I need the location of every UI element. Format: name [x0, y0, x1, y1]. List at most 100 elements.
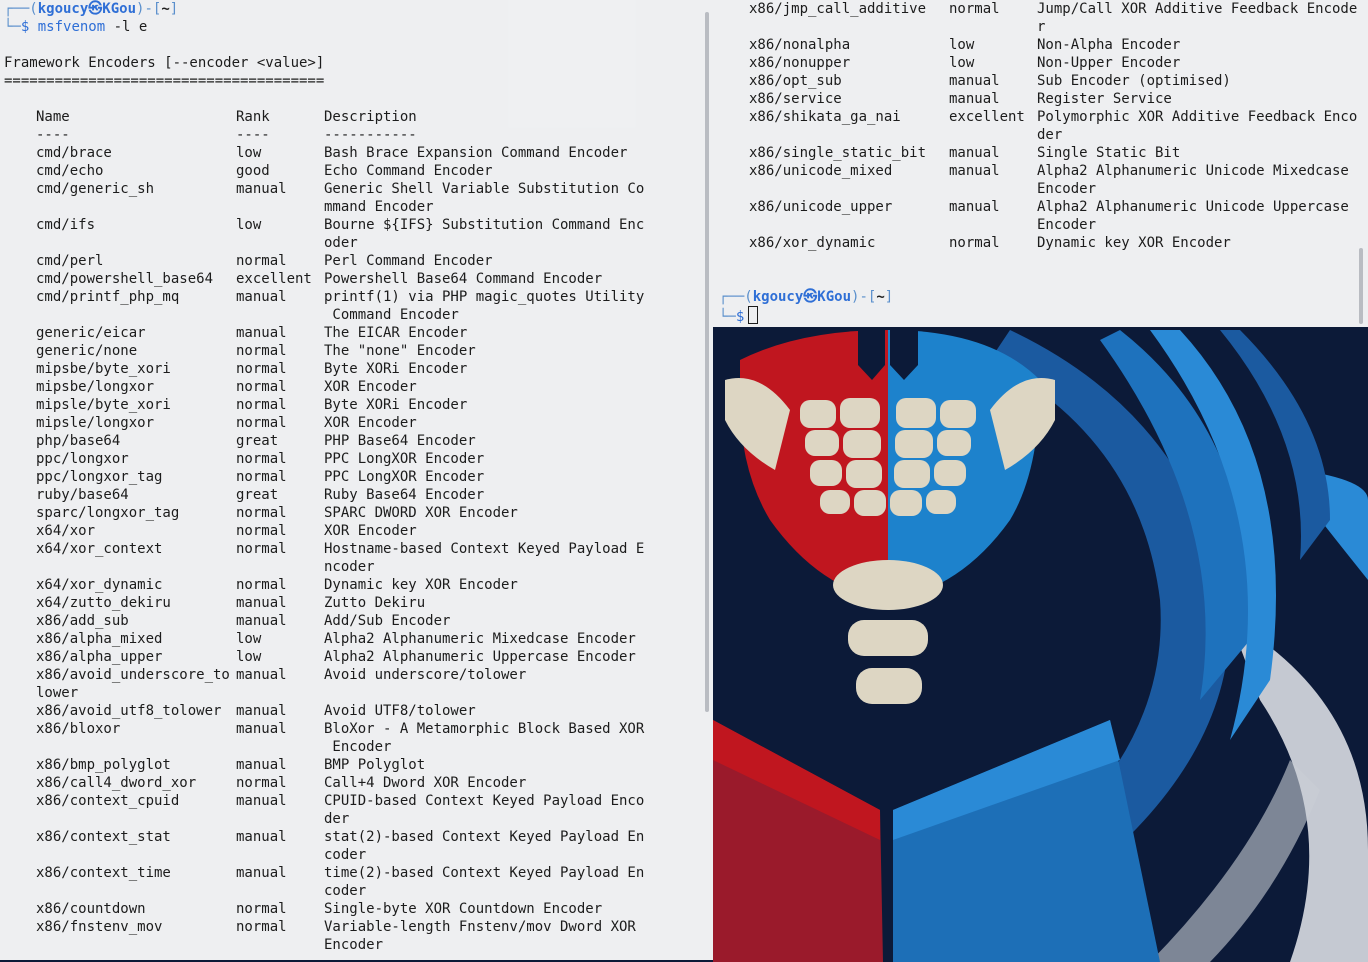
encoder-rank: normal — [236, 397, 287, 413]
encoder-description: XOR Encoder — [324, 415, 417, 431]
table-row: generic/eicar manual The EICAR Encoder — [4, 324, 703, 342]
scrollbar-right[interactable] — [1358, 0, 1364, 327]
column-header-name: Name — [36, 109, 70, 125]
encoder-name: x86/alpha_upper — [36, 649, 163, 665]
encoder-description: Variable-length Fnstenv/mov Dword XOR — [324, 919, 636, 935]
encoder-description: Alpha2 Alphanumeric Unicode Uppercase — [1037, 199, 1349, 215]
table-row: x86/xor_dynamic normal Dynamic key XOR Enc… — [717, 234, 1358, 252]
encoder-rank: manual — [236, 757, 287, 773]
table-row: x86/avoid_utf8_tolower manual Avoid UTF8/t… — [4, 702, 703, 720]
table-row: x86/shikata_ga_nai excellent Polymorphic X… — [717, 108, 1358, 126]
encoder-description: CPUID-based Context Keyed Payload Enco — [324, 793, 645, 809]
encoder-rank: low — [236, 145, 262, 161]
encoder-rank: manual — [236, 829, 287, 845]
table-row: x86/unicode_upper manual Alpha2 Alphanumer… — [717, 198, 1358, 216]
table-row: x86/add_sub manual Add/Sub Encoder — [4, 612, 703, 630]
encoder-description: The "none" Encoder — [324, 343, 476, 359]
encoder-rank: great — [236, 487, 279, 503]
table-row-continuation: coder — [4, 882, 703, 900]
encoder-rank: manual — [236, 595, 287, 611]
encoder-name: x86/single_static_bit — [749, 145, 927, 161]
table-row: cmd/echo good Echo Command Encoder — [4, 162, 703, 180]
encoder-description: PPC LongXOR Encoder — [324, 469, 485, 485]
table-row: x86/fnstenv_mov normal Variable-length Fns… — [4, 918, 703, 936]
encoder-description: Alpha2 Alphanumeric Mixedcase Encoder — [324, 631, 636, 647]
table-header: Name Rank Description — [4, 108, 703, 126]
table-row: ppc/longxor_tag normal PPC LongXOR Encoder — [4, 468, 703, 486]
kali-icon: ㉿ — [88, 1, 103, 17]
encoder-name: x64/xor_context — [36, 541, 163, 557]
prompt-block[interactable]: ┌──(kgoucy㉿KGou)-[~] └─$ — [719, 288, 1358, 326]
table-row: x86/bmp_polyglot manual BMP Polyglot — [4, 756, 703, 774]
encoder-name: x64/zutto_dekiru — [36, 595, 171, 611]
encoder-name: cmd/brace — [36, 145, 112, 161]
encoder-name: x86/unicode_mixed — [749, 163, 893, 179]
encoder-rank: normal — [236, 775, 287, 791]
table-row: x86/bloxor manual BloXor - A Metamorphic B… — [4, 720, 703, 738]
encoder-description: Echo Command Encoder — [324, 163, 493, 179]
encoder-description-wrap: oder — [324, 235, 358, 251]
encoder-description: XOR Encoder — [324, 523, 417, 539]
prompt-input[interactable]: └─$ msfvenom -l e — [4, 18, 147, 36]
encoder-rank: normal — [949, 235, 1000, 251]
encoder-rank: low — [236, 217, 262, 233]
command-args: -l e — [105, 19, 148, 35]
encoder-rank: manual — [236, 667, 287, 683]
encoder-description: Zutto Dekiru — [324, 595, 426, 611]
encoder-description: Alpha2 Alphanumeric Unicode Mixedcase — [1037, 163, 1349, 179]
encoder-name: x86/avoid_utf8_tolower — [36, 703, 222, 719]
encoder-rank: low — [236, 649, 262, 665]
scrollbar-left[interactable] — [704, 0, 710, 960]
encoder-description: Add/Sub Encoder — [324, 613, 451, 629]
encoder-name: x86/call4_dword_xor — [36, 775, 197, 791]
encoder-name: x64/xor_dynamic — [36, 577, 163, 593]
table-row: x86/single_static_bit manual Single Static… — [717, 144, 1358, 162]
table-row: x86/avoid_underscore_to manual Avoid under… — [4, 666, 703, 684]
table-row: x86/nonupper low Non-Upper Encoder — [717, 54, 1358, 72]
table-row: ppc/longxor normal PPC LongXOR Encoder — [4, 450, 703, 468]
encoder-rank: good — [236, 163, 270, 179]
table-row: x64/xor_context normal Hostname-based Cont… — [4, 540, 703, 558]
encoder-name: x86/unicode_upper — [749, 199, 893, 215]
table-row: x86/nonalpha low Non-Alpha Encoder — [717, 36, 1358, 54]
encoder-rank: normal — [236, 523, 287, 539]
encoder-rank: manual — [236, 325, 287, 341]
scrollbar-thumb-right[interactable] — [1359, 248, 1363, 324]
encoder-rank: low — [236, 631, 262, 647]
encoder-rank: normal — [236, 415, 287, 431]
encoder-name: php/base64 — [36, 433, 121, 449]
encoder-rank: excellent — [236, 271, 312, 287]
terminal-window-right[interactable]: x86/jmp_call_additive normal Jump/Call XOR… — [713, 0, 1368, 327]
encoder-name: x86/nonalpha — [749, 37, 851, 53]
encoder-name: mipsbe/byte_xori — [36, 361, 171, 377]
encoder-name: cmd/perl — [36, 253, 104, 269]
encoder-name: cmd/echo — [36, 163, 104, 179]
encoder-description: Bourne ${IFS} Substitution Command Enc — [324, 217, 645, 233]
encoder-name: x86/alpha_mixed — [36, 631, 163, 647]
encoder-name: x64/xor — [36, 523, 96, 539]
encoder-description-wrap: Encoder — [1037, 217, 1097, 233]
encoder-rank: manual — [949, 199, 1000, 215]
encoder-description: Non-Alpha Encoder — [1037, 37, 1181, 53]
encoder-rank: normal — [236, 361, 287, 377]
encoder-name: x86/shikata_ga_nai — [749, 109, 901, 125]
encoder-description: Non-Upper Encoder — [1037, 55, 1181, 71]
dashes-name: ---- — [36, 127, 70, 143]
rule-row: ====================================== — [4, 72, 703, 90]
encoder-description: Jump/Call XOR Additive Feedback Encode — [1037, 1, 1358, 17]
dashes-rank: ---- — [236, 127, 270, 143]
command-name: msfvenom — [29, 19, 106, 35]
encoder-description-wrap: Encoder — [1037, 181, 1097, 197]
terminal-window-left[interactable]: ┌──(kgoucy㉿KGou)-[~] └─$ msfvenom -l e Fra… — [0, 0, 713, 960]
scrollbar-thumb-left[interactable] — [705, 12, 709, 712]
encoder-description: Single Static Bit — [1037, 145, 1181, 161]
table-row-continuation: Encoder — [4, 936, 703, 954]
encoder-rank: normal — [236, 901, 287, 917]
prompt-input[interactable]: └─$ — [719, 306, 759, 326]
encoder-rank: normal — [236, 343, 287, 359]
table-row-continuation: r — [717, 18, 1358, 36]
table-row-continuation: der — [717, 126, 1358, 144]
table-row: php/base64 great PHP Base64 Encoder — [4, 432, 703, 450]
encoder-name: x86/context_cpuid — [36, 793, 180, 809]
